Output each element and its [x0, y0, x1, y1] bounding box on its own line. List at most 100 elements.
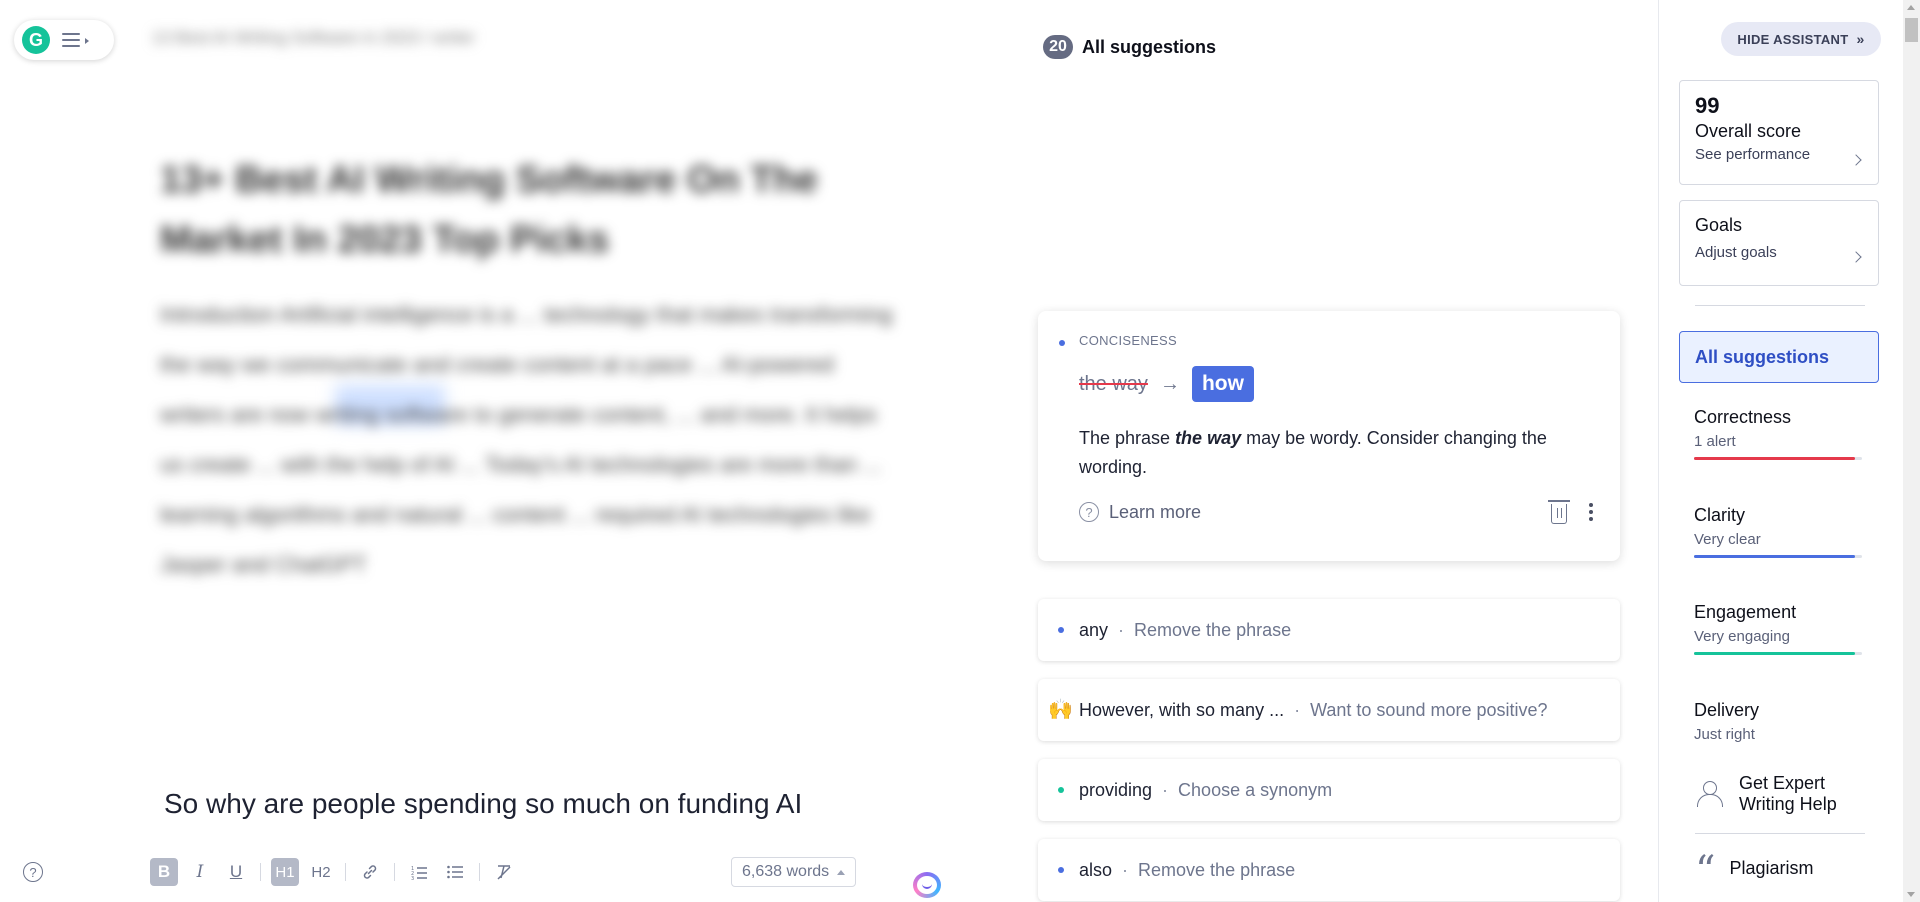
assistant-sidebar: HIDE ASSISTANT » 99 Overall score See pe…: [1658, 0, 1920, 902]
adjust-goals-link: Adjust goals: [1695, 244, 1777, 261]
category-name: Delivery: [1694, 700, 1760, 720]
expert-help-button[interactable]: Get Expert Writing Help: [1695, 773, 1869, 815]
all-suggestions-tab[interactable]: All suggestions: [1679, 331, 1879, 383]
category-dot: [1058, 787, 1064, 793]
heading1-button[interactable]: H1: [271, 858, 299, 886]
suggestion-card[interactable]: 🙌 However, with so many ... · Want to so…: [1038, 679, 1620, 741]
suggestion-separator: ·: [1294, 699, 1301, 720]
suggestions-title: All suggestions: [1082, 36, 1217, 57]
bold-button[interactable]: B: [150, 858, 178, 886]
category-bar: [1694, 555, 1862, 558]
word-count-label: 6,638 words: [742, 863, 830, 880]
plagiarism-label: Plagiarism: [1729, 857, 1814, 878]
suggestion-card[interactable]: any · Remove the phrase: [1038, 599, 1620, 661]
clear-formatting-icon[interactable]: [490, 858, 518, 886]
formatting-toolbar: B I U H1 H2 123: [150, 856, 518, 888]
arrow-right-icon: →: [1159, 372, 1180, 395]
suggestion-text: However, with so many ...: [1079, 699, 1285, 720]
sidebar-divider: [1695, 305, 1865, 306]
see-performance-link: See performance: [1695, 146, 1811, 163]
category-name: Engagement: [1694, 602, 1797, 622]
scroll-thumb[interactable]: [1905, 18, 1918, 42]
toolbar-divider: [479, 863, 480, 881]
suggestion-description: Remove the phrase: [1134, 619, 1292, 640]
editor-visible-line[interactable]: So why are people spending so much on fu…: [164, 788, 802, 820]
question-icon: ?: [1079, 502, 1099, 522]
suggestion-text: any: [1079, 619, 1109, 640]
category-delivery[interactable]: Delivery Just right: [1694, 700, 1869, 744]
sidebar-divider: [1695, 833, 1865, 834]
toolbar-divider: [345, 863, 346, 881]
overall-score-card[interactable]: 99 Overall score See performance: [1679, 80, 1879, 185]
word-count-button[interactable]: 6,638 words: [731, 857, 857, 887]
document-body[interactable]: Introduction Artificial intelligence is …: [160, 290, 900, 590]
category-dot: [1058, 867, 1064, 873]
document-heading[interactable]: 13+ Best AI Writing Software On The Mark…: [160, 150, 920, 270]
hide-assistant-button[interactable]: HIDE ASSISTANT »: [1721, 22, 1881, 56]
category-status: 1 alert: [1694, 433, 1736, 450]
suggestion-description: Remove the phrase: [1138, 859, 1296, 880]
link-icon[interactable]: [356, 858, 384, 886]
category-status: Very engaging: [1694, 628, 1790, 645]
underline-button[interactable]: U: [222, 858, 250, 886]
card-icon-group: [1548, 500, 1599, 524]
menu-icon[interactable]: [62, 33, 89, 47]
suggestion-separator: ·: [1118, 619, 1125, 640]
category-name: Correctness: [1694, 407, 1792, 427]
quote-icon: “: [1695, 848, 1716, 894]
trash-icon[interactable]: [1548, 500, 1570, 524]
category-bar: [1694, 457, 1862, 460]
category-bar: [1694, 652, 1862, 655]
more-options-icon[interactable]: [1583, 503, 1599, 521]
heading2-button[interactable]: H2: [307, 858, 335, 886]
overall-score-value: 99: [1695, 93, 1720, 118]
suggestion-text: also: [1079, 859, 1113, 880]
category-engagement[interactable]: Engagement Very engaging: [1694, 602, 1869, 655]
caret-up-icon: [837, 869, 846, 875]
original-text: the way: [1079, 372, 1148, 395]
scroll-down-arrow-icon[interactable]: [1907, 892, 1915, 897]
category-status: Just right: [1694, 726, 1755, 743]
accept-replacement-button[interactable]: how: [1191, 366, 1254, 402]
svg-text:3: 3: [411, 876, 414, 881]
goals-card[interactable]: Goals Adjust goals: [1679, 200, 1879, 286]
bulleted-list-icon[interactable]: [441, 858, 469, 886]
suggestion-card-expanded[interactable]: CONCISENESS the way → how The phrase the…: [1038, 311, 1620, 561]
suggestion-separator: ·: [1162, 779, 1169, 800]
scrollbar[interactable]: [1903, 0, 1920, 902]
card-category: CONCISENESS: [1079, 333, 1177, 348]
toolbar-divider: [260, 863, 261, 881]
category-name: Clarity: [1694, 505, 1746, 525]
category-status: Very clear: [1694, 531, 1761, 548]
scroll-up-arrow-icon[interactable]: [1907, 5, 1915, 10]
suggestion-card[interactable]: also · Remove the phrase: [1038, 839, 1620, 901]
grammarly-logo: G: [22, 26, 50, 54]
raised-hands-icon: 🙌: [1048, 699, 1073, 721]
expert-help-label: Get Expert Writing Help: [1739, 773, 1837, 814]
document-title[interactable]: 13 Best AI Writing Software in 2023 / wr…: [152, 28, 475, 48]
grammarly-menu-pill[interactable]: G: [14, 20, 114, 60]
card-actions: ? Learn more: [1079, 500, 1599, 524]
replacement-row: the way → how: [1079, 366, 1592, 402]
plagiarism-button[interactable]: “ Plagiarism: [1695, 848, 1814, 894]
assistant-avatar-icon[interactable]: [913, 872, 941, 898]
overall-score-title: Overall score: [1695, 121, 1802, 141]
card-explanation: The phrase the way may be wordy. Conside…: [1079, 428, 1547, 477]
learn-more-link[interactable]: ? Learn more: [1079, 502, 1201, 523]
goals-title: Goals: [1695, 215, 1743, 235]
suggestion-description: Choose a synonym: [1178, 779, 1333, 800]
suggestion-text: providing: [1079, 779, 1153, 800]
learn-more-label: Learn more: [1109, 501, 1202, 522]
suggestion-card[interactable]: providing · Choose a synonym: [1038, 759, 1620, 821]
suggestion-separator: ·: [1122, 859, 1129, 880]
hide-assistant-label: HIDE ASSISTANT: [1737, 31, 1849, 47]
category-dot: [1059, 340, 1065, 346]
category-clarity[interactable]: Clarity Very clear: [1694, 505, 1869, 558]
category-correctness[interactable]: Correctness 1 alert: [1694, 407, 1869, 460]
numbered-list-icon[interactable]: 123: [405, 858, 433, 886]
italic-button[interactable]: I: [186, 858, 214, 886]
suggestions-count-badge: 20: [1043, 35, 1073, 59]
double-chevron-right-icon: »: [1856, 31, 1865, 47]
expert-person-icon: [1695, 779, 1725, 809]
help-icon[interactable]: ?: [23, 862, 43, 882]
